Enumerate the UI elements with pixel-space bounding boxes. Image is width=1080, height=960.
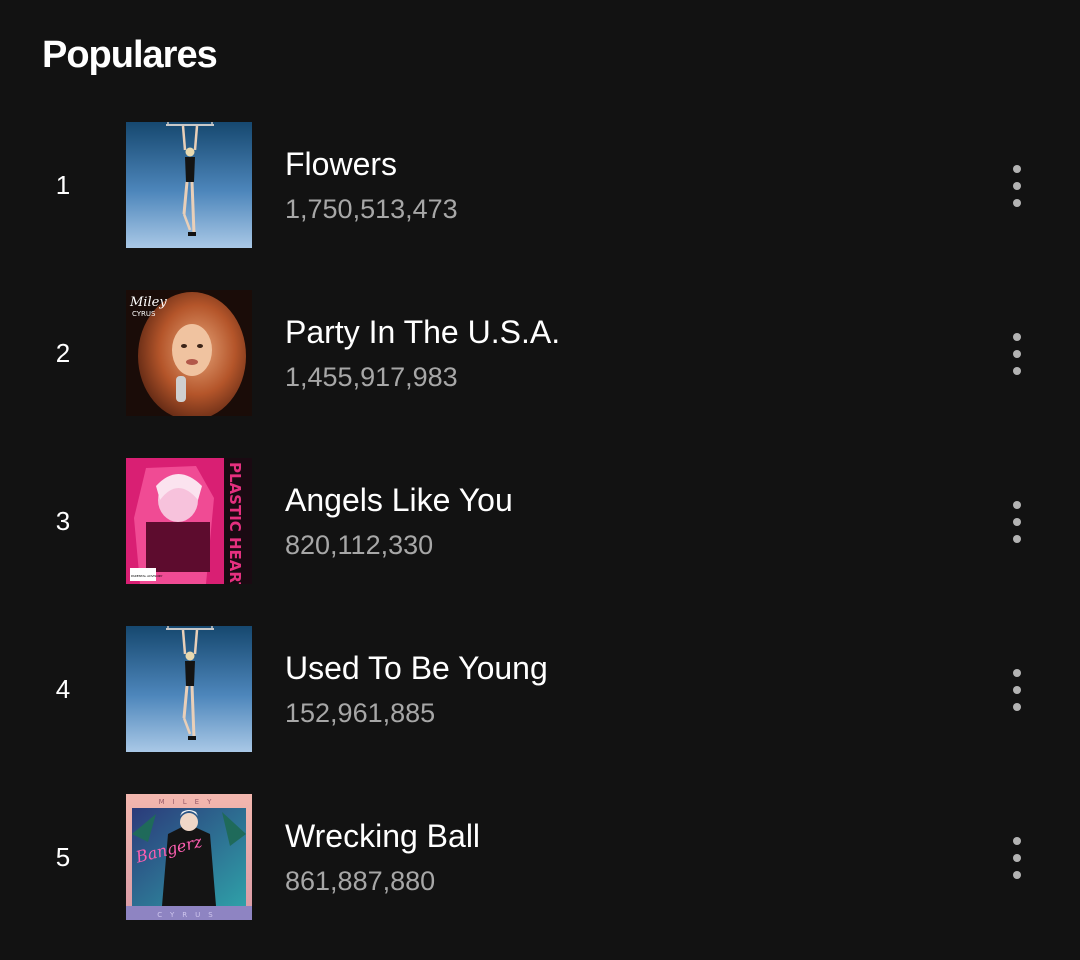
- track-row[interactable]: 2 Miley CYRUS Party In The U.S.A. 1,455,…: [0, 288, 1080, 456]
- track-title: Wrecking Ball: [285, 818, 481, 854]
- track-row[interactable]: 3 PLASTIC HEARTS PARENTAL ADVISORY Angel…: [0, 456, 1080, 624]
- album-cover: Miley CYRUS: [126, 290, 252, 416]
- track-play-count: 1,750,513,473: [285, 194, 458, 224]
- page-title: Populares: [42, 34, 218, 76]
- cover-side-text: PLASTIC HEARTS: [226, 462, 244, 584]
- cover-sub-text: CYRUS: [132, 310, 156, 318]
- more-options-vertical-icon: [1013, 333, 1021, 375]
- track-rank: 4: [55, 674, 71, 704]
- track-title: Used To Be Young: [285, 650, 548, 686]
- more-options-button[interactable]: [996, 326, 1038, 382]
- track-rank: 3: [55, 506, 71, 536]
- cover-artist-text: Miley: [129, 295, 167, 310]
- parental-advisory-label: PARENTAL ADVISORY: [131, 574, 163, 578]
- track-row[interactable]: 1 Flowers 1,750,513,473: [0, 120, 1080, 288]
- more-options-vertical-icon: [1013, 669, 1021, 711]
- track-rank: 1: [55, 170, 71, 200]
- track-rank: 5: [55, 842, 71, 872]
- track-play-count: 152,961,885: [285, 698, 436, 728]
- album-cover: [126, 122, 252, 248]
- track-play-count: 1,455,917,983: [285, 362, 458, 392]
- track-title: Angels Like You: [285, 482, 513, 518]
- track-row[interactable]: 5 MILEY Bangerz CYRUS Wrecking Ball 861,…: [0, 792, 1080, 960]
- more-options-vertical-icon: [1013, 165, 1021, 207]
- cover-top-text: MILEY: [159, 798, 220, 806]
- album-cover: [126, 626, 252, 752]
- popular-tracks-list: 1 Flowers 1,750,513,473 2 Miley CYRUS Pa…: [0, 120, 1080, 960]
- track-title: Party In The U.S.A.: [285, 314, 561, 350]
- track-play-count: 861,887,880: [285, 866, 436, 896]
- album-cover: PLASTIC HEARTS PARENTAL ADVISORY: [126, 458, 252, 584]
- track-play-count: 820,112,330: [285, 530, 434, 560]
- track-rank: 2: [55, 338, 71, 368]
- more-options-button[interactable]: [996, 830, 1038, 886]
- more-options-button[interactable]: [996, 494, 1038, 550]
- track-title: Flowers: [285, 146, 398, 182]
- more-options-button[interactable]: [996, 158, 1038, 214]
- cover-bottom-text: CYRUS: [157, 911, 220, 919]
- track-row[interactable]: 4 Used To Be Young 152,961,885: [0, 624, 1080, 792]
- album-cover: MILEY Bangerz CYRUS: [126, 794, 252, 920]
- more-options-button[interactable]: [996, 662, 1038, 718]
- more-options-vertical-icon: [1013, 501, 1021, 543]
- more-options-vertical-icon: [1013, 837, 1021, 879]
